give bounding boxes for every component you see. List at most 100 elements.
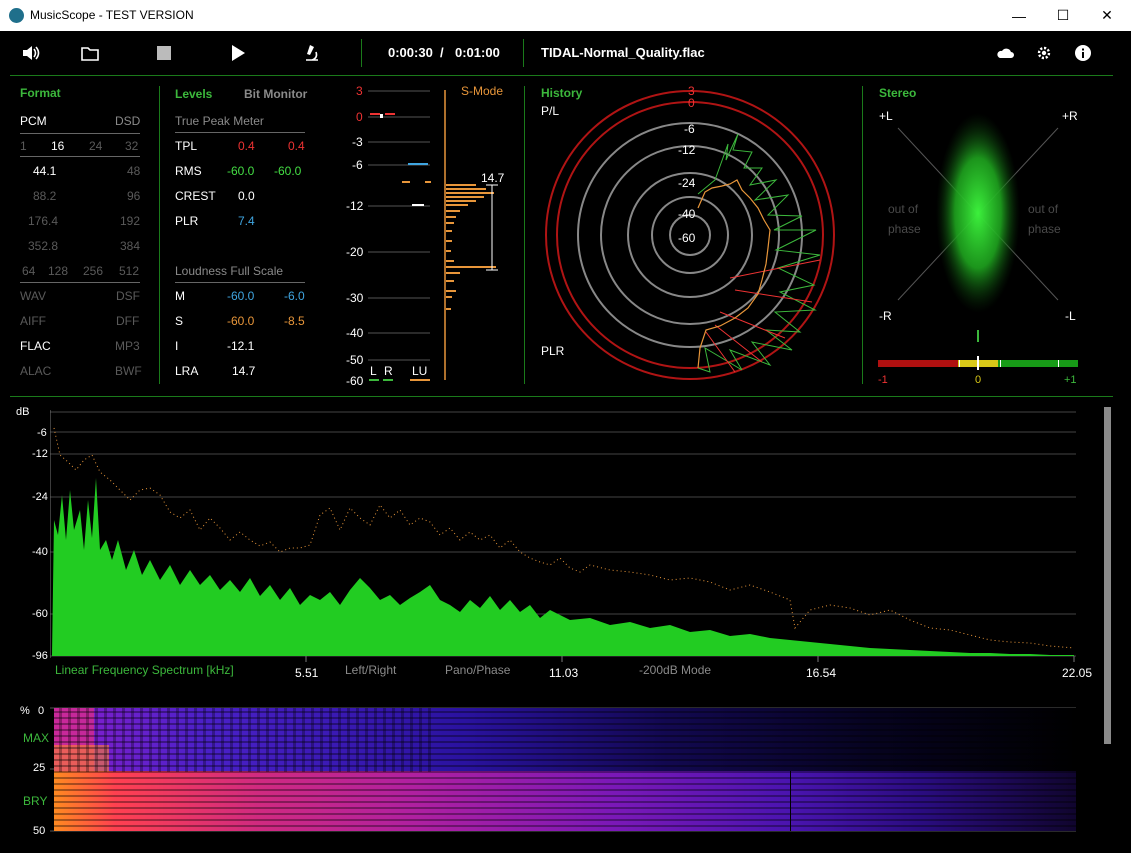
minimize-button[interactable]: — [996, 0, 1042, 31]
spectrum-y-m40: -40 [32, 546, 48, 558]
format-rule [20, 156, 140, 157]
format-heading: Format [20, 86, 61, 100]
container-mp3: MP3 [115, 339, 140, 353]
out-of-phase-right: out of phase [1028, 202, 1061, 236]
time-separator: / [440, 45, 444, 60]
scrollbar-thumb[interactable] [1104, 407, 1111, 744]
spectrum-x-5-51: 5.51 [295, 666, 319, 680]
volume-icon[interactable] [19, 41, 43, 65]
spectrum-y-m60: -60 [32, 608, 48, 620]
plr-label: PLR [175, 214, 199, 228]
spectrogram-graph [50, 707, 1076, 832]
stop-icon[interactable] [152, 41, 176, 65]
left-right-mode[interactable]: Left/Right [345, 663, 396, 677]
dsd-64: 64 [22, 264, 36, 278]
levels-rule [175, 282, 305, 283]
close-button[interactable]: ✕ [1084, 0, 1130, 31]
corr-mid: 0 [975, 374, 982, 386]
cloud-icon[interactable] [993, 41, 1017, 65]
smode-label[interactable]: S-Mode [461, 84, 503, 98]
maximize-button[interactable]: ☐ [1040, 0, 1086, 31]
out-of-phase-left: out of phase [888, 202, 921, 236]
file-name: TIDAL-Normal_Quality.flac [541, 45, 705, 60]
microscope-icon[interactable] [300, 41, 324, 65]
pano-phase-mode[interactable]: Pano/Phase [445, 663, 510, 677]
spectrum-y-m6: -6 [37, 427, 47, 439]
lra-meter-value: 14.7 [481, 171, 505, 185]
container-dsf: DSF [116, 289, 140, 303]
container-aiff: AIFF [20, 314, 46, 328]
spectrum-x-11-03: 11.03 [549, 666, 579, 680]
history-ring-m60: -60 [678, 231, 696, 245]
spectrogram-bry-label: BRY [23, 794, 48, 808]
panel-divider [159, 86, 160, 384]
m-label: M [175, 289, 185, 303]
spectrogram-tick-50: 50 [33, 825, 46, 837]
history-ring-m40: -40 [678, 207, 696, 221]
levels-rule [175, 132, 305, 133]
toolbar-divider [523, 39, 524, 67]
format-rule [20, 282, 140, 283]
bit-depth-1: 1 [20, 139, 27, 153]
duration-time: 0:01:00 [455, 45, 500, 60]
tpl-left: 0.4 [238, 139, 255, 153]
minus-200db-mode[interactable]: -200dB Mode [639, 663, 711, 677]
spectrum-title: Linear Frequency Spectrum [kHz] [55, 663, 234, 677]
container-bwf: BWF [115, 364, 142, 378]
toolbar-divider [361, 39, 362, 67]
s-left: -60.0 [227, 314, 255, 328]
spectrogram-pct: % [20, 705, 30, 717]
tpl-right: 0.4 [288, 139, 305, 153]
i-value: -12.1 [227, 339, 255, 353]
position-time: 0:00:30 [388, 45, 433, 60]
rms-label: RMS [175, 164, 202, 178]
bit-depth-24: 24 [89, 139, 103, 153]
container-flac: FLAC [20, 339, 51, 353]
dsd-512: 512 [119, 264, 140, 278]
crest-value: 0.0 [238, 189, 255, 203]
meter-label-lu: LU [412, 364, 428, 378]
spectrogram-tick-0: 0 [38, 705, 45, 717]
lra-value: 14.7 [232, 364, 256, 378]
crest-label: CREST [175, 189, 216, 203]
spectrogram-tick-25: 25 [33, 762, 46, 774]
meter-label-l: L [370, 364, 377, 378]
bit-depth-32: 32 [125, 139, 139, 153]
history-ring-0: 0 [688, 96, 695, 110]
history-ring-m6: -6 [684, 122, 695, 136]
bit-monitor-tab[interactable]: Bit Monitor [244, 87, 307, 101]
container-dff: DFF [116, 314, 140, 328]
tpl-label: TPL [175, 139, 198, 153]
spectrum-y-m96: -96 [32, 650, 48, 662]
container-wav: WAV [20, 289, 46, 303]
rate-352-8: 352.8 [28, 239, 59, 253]
format-pcm: PCM [20, 114, 47, 128]
spectrum-y-m12: -12 [32, 448, 48, 460]
dsd-128: 128 [48, 264, 69, 278]
m-left: -60.0 [227, 289, 255, 303]
rate-48: 48 [127, 164, 141, 178]
rate-88-2: 88.2 [33, 189, 57, 203]
s-right: -8.5 [284, 314, 305, 328]
spectrogram-max-label: MAX [23, 731, 50, 745]
folder-icon[interactable] [78, 41, 102, 65]
loudness-heading: Loudness Full Scale [175, 264, 284, 278]
bit-depth-16: 16 [51, 139, 65, 153]
true-peak-heading: True Peak Meter [175, 114, 264, 128]
i-label: I [175, 339, 179, 353]
levels-heading[interactable]: Levels [175, 87, 212, 101]
spectrum-x-16-54: 16.54 [806, 666, 837, 680]
rate-44-1: 44.1 [33, 164, 57, 178]
lra-label: LRA [175, 364, 199, 378]
s-label: S [175, 314, 184, 328]
gear-icon[interactable] [1032, 41, 1056, 65]
rate-192: 192 [120, 214, 141, 228]
info-icon[interactable] [1071, 41, 1095, 65]
section-rule [10, 396, 1113, 397]
format-dsd: DSD [115, 114, 141, 128]
play-icon[interactable] [226, 41, 250, 65]
toolbar: 0:00:30 / 0:01:00 TIDAL-Normal_Quality.f… [0, 31, 1131, 75]
spectrum-x-22-05: 22.05 [1062, 666, 1093, 680]
rate-96: 96 [127, 189, 141, 203]
corr-max: +1 [1064, 374, 1077, 386]
